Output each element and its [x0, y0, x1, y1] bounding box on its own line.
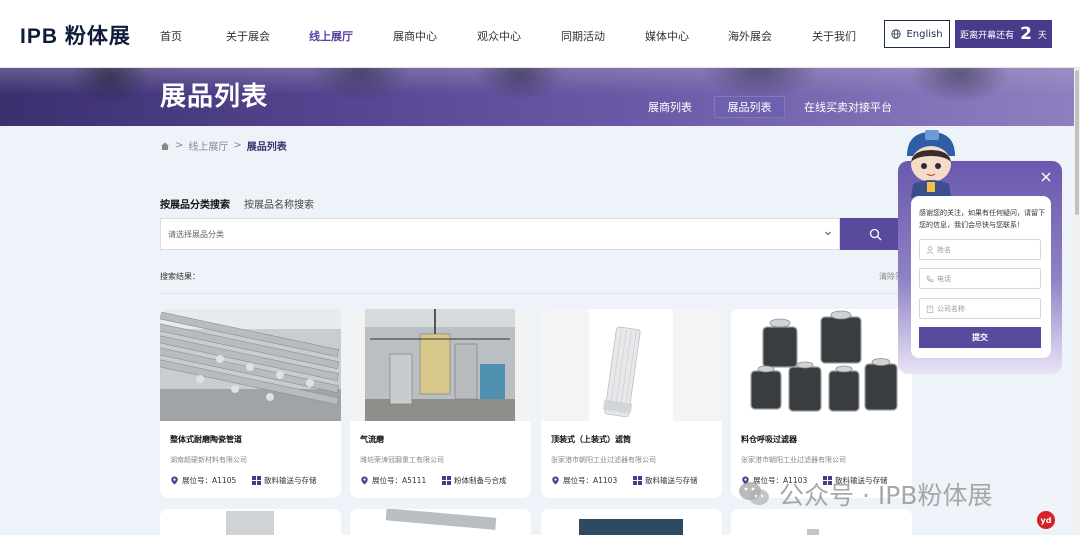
submit-button[interactable]: 提交 — [919, 327, 1041, 348]
wechat-watermark: 公众号 · IPB粉体展 — [737, 476, 992, 512]
product-category: 散料输送与存储 — [252, 475, 317, 486]
chevron-down-icon — [825, 231, 831, 236]
product-category: 散料输送与存储 — [633, 475, 698, 486]
nav-concurrent-events[interactable]: 同期活动 — [561, 28, 605, 44]
subnav-product-list[interactable]: 展品列表 — [714, 96, 785, 118]
building-icon — [926, 305, 934, 313]
phone-field[interactable]: 电话 — [919, 268, 1041, 289]
company-field[interactable]: 公司名称 — [919, 298, 1041, 319]
product-name: 气流磨 — [360, 435, 384, 444]
nav-home[interactable]: 首页 — [160, 28, 182, 44]
contact-message: 感谢您的关注，如果有任何疑问，请留下您的信息，我们会尽快与您联系！ — [919, 209, 1045, 229]
category-label: 散料输送与存储 — [645, 476, 698, 485]
product-category: 粉体制备与合成 — [442, 475, 507, 486]
yd-badge: yd — [1037, 511, 1055, 529]
countdown-badge: 距离开幕还有 2 天 — [955, 20, 1052, 48]
category-grid-icon — [442, 476, 451, 485]
user-icon — [926, 245, 934, 254]
product-image-filter-cartridge — [541, 309, 722, 421]
product-company: 湖南超硬新材料有限公司 — [170, 456, 247, 464]
location-pin-icon — [171, 476, 178, 485]
product-card-partial[interactable] — [541, 509, 722, 535]
product-card[interactable]: 顶装式（上装式）滤筒 张家港市朝阳工业过滤器有限公司 展位号：A1103 散料输… — [541, 309, 722, 498]
search-icon — [869, 228, 881, 240]
nav-online-hall[interactable]: 线上展厅 — [309, 28, 353, 44]
nav-visitor-center[interactable]: 观众中心 — [477, 28, 521, 44]
breadcrumb: > 线上展厅 > 展品列表 — [160, 138, 287, 153]
breadcrumb-separator: > — [233, 140, 242, 151]
nav-exhibitor-center[interactable]: 展商中心 — [393, 28, 437, 44]
product-booth: 展位号：A5111 — [360, 475, 426, 486]
nav-media-center[interactable]: 媒体中心 — [645, 28, 689, 44]
product-name: 顶装式（上装式）滤筒 — [551, 435, 631, 444]
product-booth: 展位号：A1105 — [170, 475, 236, 486]
wechat-icon — [739, 482, 769, 505]
product-company: 潍坊荣涛冠磨重工有限公司 — [360, 456, 444, 464]
product-image-partial — [731, 509, 912, 535]
nav-overseas-expo[interactable]: 海外展会 — [728, 28, 772, 44]
location-pin-icon — [361, 476, 368, 485]
product-image-partial — [160, 509, 341, 535]
category-label: 粉体制备与合成 — [454, 476, 507, 485]
top-navigation-bar: IPB 粉体展 首页 关于展会 线上展厅 展商中心 观众中心 同期活动 媒体中心… — [0, 0, 1080, 68]
product-card-partial[interactable] — [160, 509, 341, 535]
mascot-avatar — [907, 130, 955, 198]
booth-number: 展位号：A1103 — [563, 476, 618, 485]
product-card-partial[interactable] — [350, 509, 531, 535]
product-name: 料仓呼吸过滤器 — [741, 435, 797, 444]
countdown-prefix: 距离开幕还有 — [960, 30, 1015, 41]
subnav-exhibitor-list[interactable]: 展商列表 — [640, 96, 700, 118]
home-icon[interactable] — [160, 141, 170, 151]
category-grid-icon — [252, 476, 261, 485]
product-image-partial — [350, 509, 531, 535]
company-placeholder: 公司名称 — [937, 304, 965, 313]
countdown-days: 2 — [1020, 24, 1032, 44]
product-company: 张家港市朝阳工业过滤器有限公司 — [551, 456, 656, 464]
divider — [160, 293, 910, 294]
page-title: 展品列表 — [160, 82, 269, 112]
product-image-breather-filters — [731, 309, 912, 421]
product-booth: 展位号：A1103 — [551, 475, 617, 486]
product-image-ceramic-pipes — [160, 309, 341, 421]
watermark-text: 公众号 · IPB粉体展 — [779, 481, 993, 510]
product-card-partial[interactable] — [731, 509, 912, 535]
location-pin-icon — [552, 476, 559, 485]
name-field[interactable]: 姓名 — [919, 239, 1041, 260]
countdown-unit: 天 — [1037, 30, 1047, 41]
product-card[interactable]: 整体式耐磨陶瓷管道 湖南超硬新材料有限公司 展位号：A1105 散料输送与存储 — [160, 309, 341, 498]
globe-icon — [891, 29, 902, 39]
search-results-label: 搜索结果： — [160, 272, 200, 281]
product-image-partial — [541, 509, 722, 535]
product-company: 张家港市朝阳工业过滤器有限公司 — [741, 456, 846, 464]
category-select-placeholder: 请选择展品分类 — [168, 229, 224, 239]
site-logo[interactable]: IPB 粉体展 — [20, 20, 131, 50]
language-button[interactable]: English — [884, 20, 950, 48]
tab-search-by-name[interactable]: 按展品名称搜索 — [244, 196, 314, 211]
name-placeholder: 姓名 — [937, 245, 951, 254]
product-image-jet-mill — [350, 309, 531, 421]
product-card[interactable]: 气流磨 潍坊荣涛冠磨重工有限公司 展位号：A5111 粉体制备与合成 — [350, 309, 531, 498]
subnav-trade-platform[interactable]: 在线买卖对接平台 — [800, 96, 896, 118]
phone-icon — [926, 275, 934, 282]
category-label: 散料输送与存储 — [264, 476, 317, 485]
breadcrumb-separator: > — [175, 140, 184, 151]
breadcrumb-online-hall[interactable]: 线上展厅 — [188, 138, 228, 153]
breadcrumb-current: 展品列表 — [246, 142, 287, 153]
product-name: 整体式耐磨陶瓷管道 — [170, 435, 242, 444]
language-label: English — [906, 28, 943, 40]
scrollbar-thumb[interactable] — [1075, 70, 1079, 215]
category-select[interactable]: 请选择展品分类 — [160, 218, 840, 250]
booth-number: 展位号：A5111 — [372, 476, 427, 485]
product-card[interactable]: 料仓呼吸过滤器 张家港市朝阳工业过滤器有限公司 展位号：A1103 散料输送与存… — [731, 309, 912, 498]
close-icon[interactable] — [1039, 170, 1053, 184]
booth-number: 展位号：A1105 — [182, 476, 237, 485]
nav-about-expo[interactable]: 关于展会 — [226, 28, 270, 44]
nav-about-us[interactable]: 关于我们 — [812, 28, 856, 44]
phone-placeholder: 电话 — [937, 274, 951, 283]
category-grid-icon — [633, 476, 642, 485]
tab-search-by-category[interactable]: 按展品分类搜索 — [160, 196, 230, 211]
page-banner: 展品列表 展商列表 展品列表 在线买卖对接平台 — [0, 68, 1074, 126]
